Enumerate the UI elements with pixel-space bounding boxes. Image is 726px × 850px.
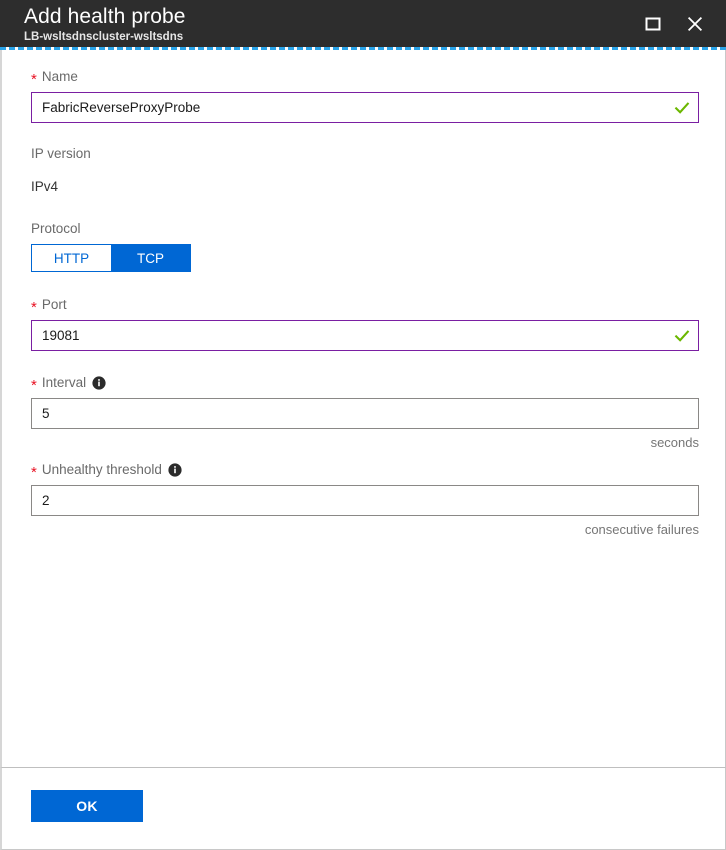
close-icon <box>686 15 704 33</box>
port-input[interactable] <box>31 320 699 351</box>
add-health-probe-blade: Add health probe LB-wsltsdnscluster-wslt… <box>0 0 726 850</box>
unhealthy-threshold-field-group: * Unhealthy threshold consecutive failur… <box>31 461 699 538</box>
page-title: Add health probe <box>24 5 186 28</box>
ip-version-value: IPv4 <box>31 179 59 194</box>
name-label: * Name <box>31 68 697 88</box>
page-subtitle: LB-wsltsdnscluster-wsltsdns <box>24 31 184 43</box>
protocol-option-http[interactable]: HTTP <box>32 245 111 271</box>
ip-version-label: IP version <box>31 145 697 163</box>
name-label-text: Name <box>41 69 78 84</box>
protocol-toggle-group: HTTP TCP <box>31 244 191 272</box>
protocol-label-text: Protocol <box>31 221 81 236</box>
blade-body: * Name IP version IPv4 <box>0 50 726 767</box>
port-field-group: * Port <box>31 296 699 351</box>
required-marker: * <box>31 376 37 394</box>
interval-input[interactable] <box>31 398 699 429</box>
maximize-button[interactable] <box>636 7 670 41</box>
protocol-label: Protocol <box>31 220 697 238</box>
close-button[interactable] <box>678 7 712 41</box>
name-input-wrap <box>31 92 699 123</box>
unhealthy-threshold-helper-text: consecutive failures <box>584 522 699 537</box>
interval-input-wrap <box>31 398 699 429</box>
interval-label-text: Interval <box>41 375 87 390</box>
port-label-text: Port <box>41 297 67 312</box>
info-icon[interactable] <box>92 376 106 390</box>
name-input[interactable] <box>31 92 699 123</box>
protocol-option-tcp[interactable]: TCP <box>111 245 190 271</box>
ok-button[interactable]: OK <box>31 790 143 822</box>
blade-footer: OK <box>0 767 726 850</box>
unhealthy-threshold-label: * Unhealthy threshold <box>31 461 697 481</box>
info-icon[interactable] <box>168 463 182 477</box>
name-field-group: * Name <box>31 68 699 123</box>
interval-field-group: * Interval seconds <box>31 374 699 451</box>
required-marker: * <box>31 298 37 316</box>
port-label: * Port <box>31 296 697 316</box>
required-marker: * <box>31 70 37 88</box>
interval-label: * Interval <box>31 374 697 394</box>
unhealthy-threshold-input-wrap <box>31 485 699 516</box>
port-input-wrap <box>31 320 699 351</box>
required-marker: * <box>31 463 37 481</box>
unhealthy-threshold-label-text: Unhealthy threshold <box>41 462 162 477</box>
interval-helper-text: seconds <box>650 435 699 450</box>
protocol-field-group: Protocol HTTP TCP <box>31 220 697 272</box>
blade-header: Add health probe LB-wsltsdnscluster-wslt… <box>0 0 726 47</box>
unhealthy-threshold-input[interactable] <box>31 485 699 516</box>
window-controls <box>636 0 726 47</box>
ip-version-label-text: IP version <box>31 146 91 161</box>
maximize-icon <box>644 15 662 33</box>
ip-version-field-group: IP version IPv4 <box>31 145 697 196</box>
